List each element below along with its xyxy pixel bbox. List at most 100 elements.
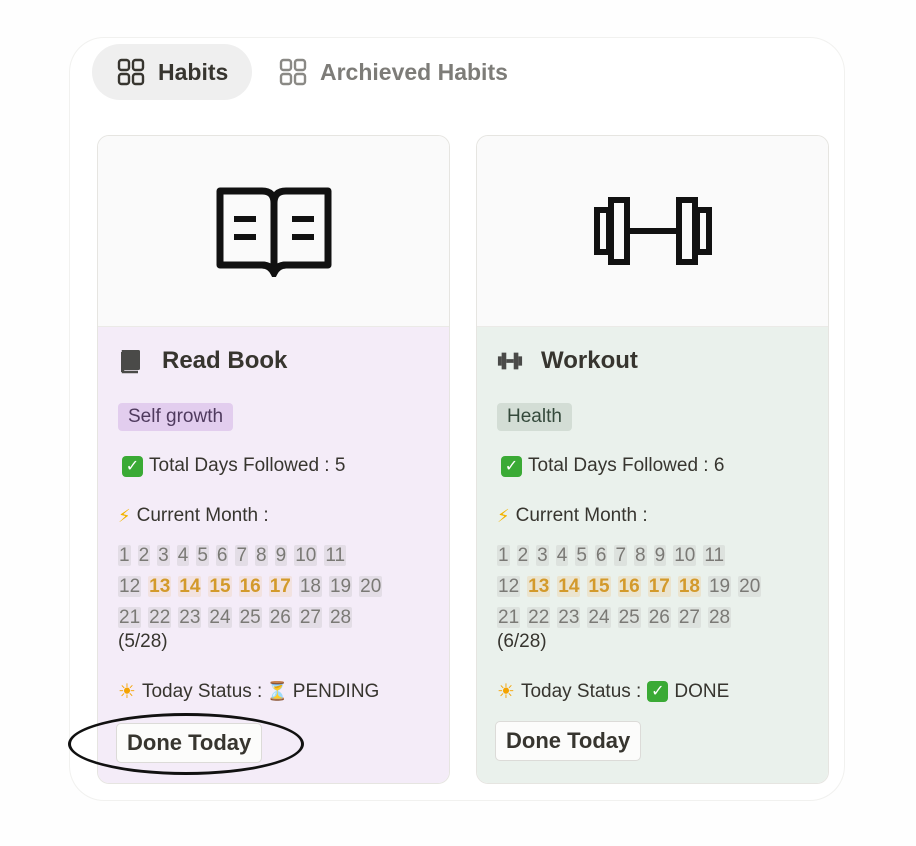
calendar-day: 11 bbox=[324, 545, 347, 566]
calendar-day: 12 bbox=[118, 576, 142, 597]
calendar-day: 19 bbox=[707, 576, 732, 597]
calendar-day: 28 bbox=[328, 607, 353, 628]
calendar-day: 9 bbox=[274, 545, 288, 566]
book-icon bbox=[121, 350, 140, 374]
lightning-icon: ⚡ bbox=[497, 505, 510, 526]
gallery-grid-icon bbox=[117, 58, 145, 86]
calendar-day: 2 bbox=[516, 545, 530, 566]
dumbbell-icon bbox=[593, 197, 712, 265]
calendar-day: 8 bbox=[634, 545, 647, 566]
calendar-day: 25 bbox=[238, 607, 262, 628]
category-tag: Health bbox=[497, 403, 572, 431]
calendar-day: 6 bbox=[594, 545, 608, 566]
calendar-day: 2 bbox=[137, 545, 151, 566]
calendar-day: 26 bbox=[268, 607, 292, 628]
calendar-day: 6 bbox=[215, 545, 229, 566]
calendar-day: 18 bbox=[677, 576, 701, 597]
category-tag: Self growth bbox=[118, 403, 234, 431]
calendar-day: 23 bbox=[178, 607, 202, 628]
calendar-day: 7 bbox=[614, 545, 628, 566]
calendar-day: 21 bbox=[497, 607, 521, 628]
current-month-line: ⚡ Current Month : bbox=[497, 505, 648, 526]
calendar-day: 5 bbox=[196, 545, 209, 566]
dumbbell-icon bbox=[497, 352, 523, 370]
card-title[interactable]: Read Book bbox=[118, 347, 287, 375]
calendar-day: 8 bbox=[255, 545, 268, 566]
calendar-day: 4 bbox=[176, 545, 190, 566]
sun-icon: ☀ bbox=[497, 681, 515, 703]
habit-card-read-book[interactable]: Read Book Self growth ✓ Total Days Follo… bbox=[97, 135, 450, 784]
calendar-day: 5 bbox=[575, 545, 588, 566]
calendar-day: 14 bbox=[178, 576, 202, 597]
tab-archieved-habits[interactable]: Archieved Habits bbox=[276, 44, 548, 100]
calendar-day: 17 bbox=[647, 576, 671, 597]
calendar-day: 20 bbox=[359, 576, 383, 597]
calendar-day: 18 bbox=[298, 576, 322, 597]
done-today-button[interactable]: Done Today bbox=[116, 723, 263, 763]
calendar-day: 21 bbox=[118, 607, 142, 628]
gallery-grid-icon bbox=[279, 58, 307, 86]
tab-label: Habits bbox=[158, 58, 229, 85]
calendar-day: 22 bbox=[148, 607, 172, 628]
check-icon: ✓ bbox=[647, 681, 669, 702]
progress-ratio: (5/28) bbox=[118, 631, 168, 652]
done-today-button[interactable]: Done Today bbox=[495, 721, 642, 761]
calendar-day: 17 bbox=[268, 576, 292, 597]
calendar-day: 28 bbox=[707, 607, 732, 628]
total-days-line: ✓ Total Days Followed : 5 bbox=[122, 455, 345, 477]
calendar-row: 21 22 23 24 25 26 27 28 bbox=[118, 602, 436, 633]
calendar-day: 7 bbox=[235, 545, 249, 566]
card-cover bbox=[477, 136, 828, 327]
calendar-day: 10 bbox=[673, 545, 697, 566]
tab-label: Archieved Habits bbox=[320, 58, 508, 85]
calendar-day: 10 bbox=[294, 545, 318, 566]
calendar-day: 15 bbox=[587, 576, 611, 597]
calendar-day: 3 bbox=[157, 545, 170, 566]
calendar-day: 3 bbox=[536, 545, 549, 566]
card-title[interactable]: Workout bbox=[497, 347, 638, 375]
month-calendar: 1 2 3 4 5 6 7 8 9 10 11 12 13 14 15 16 17 18 19 20 21 22 23 2… bbox=[497, 540, 815, 633]
calendar-day: 13 bbox=[148, 576, 172, 597]
check-icon: ✓ bbox=[501, 455, 522, 477]
habit-card-workout[interactable]: Workout Health ✓ Total Days Followed : 6… bbox=[476, 135, 829, 784]
current-month-line: ⚡ Current Month : bbox=[118, 505, 269, 526]
lightning-icon: ⚡ bbox=[118, 505, 131, 526]
sun-icon: ☀ bbox=[118, 681, 136, 703]
calendar-day: 16 bbox=[238, 576, 262, 597]
calendar-day: 26 bbox=[647, 607, 671, 628]
calendar-day: 13 bbox=[527, 576, 551, 597]
calendar-day: 15 bbox=[208, 576, 232, 597]
calendar-row: 21 22 23 24 25 26 27 28 bbox=[497, 602, 815, 633]
check-icon: ✓ bbox=[122, 455, 143, 477]
calendar-day: 27 bbox=[677, 607, 701, 628]
progress-ratio: (6/28) bbox=[497, 631, 547, 652]
calendar-row: 1 2 3 4 5 6 7 8 9 10 11 bbox=[118, 540, 436, 571]
calendar-day: 1 bbox=[118, 545, 131, 566]
calendar-day: 25 bbox=[617, 607, 641, 628]
calendar-day: 24 bbox=[208, 607, 232, 628]
calendar-day: 11 bbox=[703, 545, 726, 566]
total-days-line: ✓ Total Days Followed : 6 bbox=[501, 455, 724, 477]
calendar-day: 22 bbox=[527, 607, 551, 628]
calendar-day: 1 bbox=[497, 545, 510, 566]
calendar-row: 12 13 14 15 16 17 18 19 20 bbox=[497, 571, 815, 602]
calendar-day: 23 bbox=[557, 607, 581, 628]
calendar-day: 16 bbox=[617, 576, 641, 597]
tab-habits[interactable]: Habits bbox=[92, 44, 252, 100]
hourglass-icon: ⏳ bbox=[266, 681, 289, 701]
open-book-icon bbox=[216, 187, 331, 277]
calendar-row: 1 2 3 4 5 6 7 8 9 10 11 bbox=[497, 540, 815, 571]
calendar-day: 4 bbox=[555, 545, 569, 566]
calendar-day: 12 bbox=[497, 576, 521, 597]
card-body: Workout Health ✓ Total Days Followed : 6… bbox=[477, 327, 828, 783]
calendar-day: 14 bbox=[557, 576, 581, 597]
calendar-row: 12 13 14 15 16 17 18 19 20 bbox=[118, 571, 436, 602]
calendar-day: 19 bbox=[328, 576, 353, 597]
calendar-day: 27 bbox=[298, 607, 322, 628]
today-status-line: ☀ Today Status : ⏳ PENDING bbox=[118, 680, 380, 704]
calendar-day: 20 bbox=[738, 576, 762, 597]
calendar-day: 9 bbox=[653, 545, 667, 566]
calendar-day: 24 bbox=[587, 607, 611, 628]
card-cover bbox=[98, 136, 449, 327]
today-status-line: ☀ Today Status : ✓ DONE bbox=[497, 680, 730, 704]
